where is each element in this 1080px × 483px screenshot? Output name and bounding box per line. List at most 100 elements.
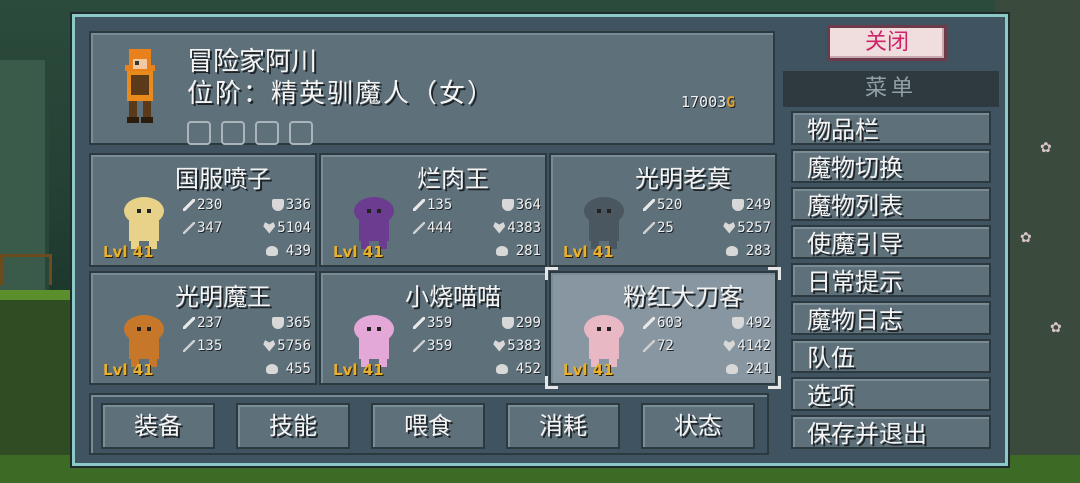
monster-card[interactable]: 光明老莫 Lvl 41 520 249 25 5257 283 bbox=[549, 153, 777, 267]
monster-stats: 135 364 444 4383 281 bbox=[413, 193, 541, 262]
heart-icon bbox=[493, 222, 506, 234]
sword-icon bbox=[643, 316, 655, 329]
defense-value: 299 bbox=[515, 314, 541, 331]
menu-item-save-and-quit[interactable]: 保存并退出 bbox=[791, 415, 991, 449]
gold-amount: 17003 bbox=[681, 93, 727, 111]
menu-item-options[interactable]: 选项 bbox=[791, 377, 991, 411]
monster-stats: 237 365 135 5756 455 bbox=[183, 311, 311, 380]
fence bbox=[0, 254, 52, 285]
selection-corner bbox=[545, 376, 558, 389]
flower-icon: ✿ bbox=[1050, 320, 1062, 336]
status-button[interactable]: 状态 bbox=[641, 403, 755, 449]
hp-value: 4383 bbox=[507, 219, 541, 236]
menu-item-familiar-guide[interactable]: 使魔引导 bbox=[791, 225, 991, 259]
close-button[interactable]: 关闭 bbox=[827, 25, 947, 61]
monster-level: Lvl 41 bbox=[563, 361, 614, 379]
armor-slot-icon[interactable] bbox=[221, 121, 245, 145]
shield-icon bbox=[731, 198, 744, 211]
purple-beast-sprite bbox=[354, 197, 394, 249]
selection-corner bbox=[545, 267, 558, 280]
attack-value: 230 bbox=[197, 196, 223, 213]
accessory-slot-icon[interactable] bbox=[289, 121, 313, 145]
menu-item-daily-tips[interactable]: 日常提示 bbox=[791, 263, 991, 297]
monster-level: Lvl 41 bbox=[563, 243, 614, 261]
hp-value: 5257 bbox=[737, 219, 771, 236]
monster-stats: 603 492 72 4142 241 bbox=[643, 311, 771, 380]
attack-value: 135 bbox=[427, 196, 453, 213]
food-value: 283 bbox=[745, 242, 771, 259]
equip-button[interactable]: 装备 bbox=[101, 403, 215, 449]
monster-card[interactable]: 光明魔王 Lvl 41 237 365 135 5756 455 bbox=[89, 271, 317, 385]
food-value: 281 bbox=[515, 242, 541, 259]
weapon-slot-icon[interactable] bbox=[187, 121, 211, 145]
gold-counter: 17003G bbox=[681, 93, 735, 111]
selection-corner bbox=[768, 376, 781, 389]
magic-value: 25 bbox=[657, 219, 674, 236]
heart-icon bbox=[493, 340, 506, 352]
hp-value: 5383 bbox=[507, 337, 541, 354]
magic-value: 444 bbox=[427, 219, 453, 236]
monster-status-window: 冒险家阿川 位阶：精英驯魔人（女） 17003G 国服喷子 Lvl 41 230… bbox=[72, 14, 1008, 466]
monster-level: Lvl 41 bbox=[103, 361, 154, 379]
magic-value: 359 bbox=[427, 337, 453, 354]
menu-item-monster-switch[interactable]: 魔物切换 bbox=[791, 149, 991, 183]
pink-cat-sprite bbox=[354, 315, 394, 367]
food-icon bbox=[725, 363, 738, 374]
menu-item-monster-list[interactable]: 魔物列表 bbox=[791, 187, 991, 221]
attack-value: 237 bbox=[197, 314, 223, 331]
selection-corner bbox=[768, 267, 781, 280]
attack-value: 520 bbox=[657, 196, 683, 213]
magic-value: 347 bbox=[197, 219, 223, 236]
dark-wolf-sprite bbox=[584, 197, 624, 249]
feed-button[interactable]: 喂食 bbox=[371, 403, 485, 449]
monster-stats: 520 249 25 5257 283 bbox=[643, 193, 771, 262]
staff-icon bbox=[643, 339, 655, 352]
magic-value: 135 bbox=[197, 337, 223, 354]
food-icon bbox=[265, 245, 278, 256]
player-rank: 位阶：精英驯魔人（女） bbox=[187, 79, 496, 109]
skills-button[interactable]: 技能 bbox=[236, 403, 350, 449]
helmet-slot-icon[interactable] bbox=[255, 121, 279, 145]
shield-icon bbox=[271, 198, 284, 211]
menu-item-monster-journal[interactable]: 魔物日志 bbox=[791, 301, 991, 335]
staff-icon bbox=[183, 221, 195, 234]
ram-centaur-sprite bbox=[124, 315, 164, 367]
heart-icon bbox=[723, 222, 736, 234]
consume-button[interactable]: 消耗 bbox=[506, 403, 620, 449]
heart-icon bbox=[263, 222, 276, 234]
player-info-panel: 冒险家阿川 位阶：精英驯魔人（女） 17003G bbox=[89, 31, 775, 145]
defense-value: 249 bbox=[745, 196, 771, 213]
shield-icon bbox=[501, 198, 514, 211]
monster-card[interactable]: 烂肉王 Lvl 41 135 364 444 4383 281 bbox=[319, 153, 547, 267]
menu-item-inventory[interactable]: 物品栏 bbox=[791, 111, 991, 145]
staff-icon bbox=[413, 221, 425, 234]
hp-value: 5756 bbox=[277, 337, 311, 354]
menu-item-party[interactable]: 队伍 bbox=[791, 339, 991, 373]
monster-card[interactable]: 小烧喵喵 Lvl 41 359 299 359 5383 452 bbox=[319, 271, 547, 385]
attack-value: 603 bbox=[657, 314, 683, 331]
equipment-slots bbox=[187, 121, 313, 145]
menu-title: 菜单 bbox=[783, 71, 999, 107]
defense-value: 365 bbox=[285, 314, 311, 331]
heart-icon bbox=[723, 340, 736, 352]
food-icon bbox=[495, 363, 508, 374]
food-icon bbox=[495, 245, 508, 256]
sword-icon bbox=[183, 316, 195, 329]
monster-card[interactable]: 粉红大刀客 Lvl 41 603 492 72 4142 241 bbox=[545, 267, 781, 389]
mushroom-sprite bbox=[124, 197, 164, 249]
sword-icon bbox=[413, 316, 425, 329]
food-icon bbox=[265, 363, 278, 374]
player-avatar bbox=[125, 49, 155, 123]
gold-coin-icon: G bbox=[726, 93, 736, 111]
monster-level: Lvl 41 bbox=[333, 361, 384, 379]
shield-icon bbox=[731, 316, 744, 329]
staff-icon bbox=[413, 339, 425, 352]
monster-card[interactable]: 国服喷子 Lvl 41 230 336 347 5104 439 bbox=[89, 153, 317, 267]
shield-icon bbox=[271, 316, 284, 329]
hp-value: 5104 bbox=[277, 219, 311, 236]
monster-stats: 359 299 359 5383 452 bbox=[413, 311, 541, 380]
staff-icon bbox=[183, 339, 195, 352]
defense-value: 492 bbox=[745, 314, 771, 331]
food-value: 439 bbox=[285, 242, 311, 259]
monster-level: Lvl 41 bbox=[333, 243, 384, 261]
